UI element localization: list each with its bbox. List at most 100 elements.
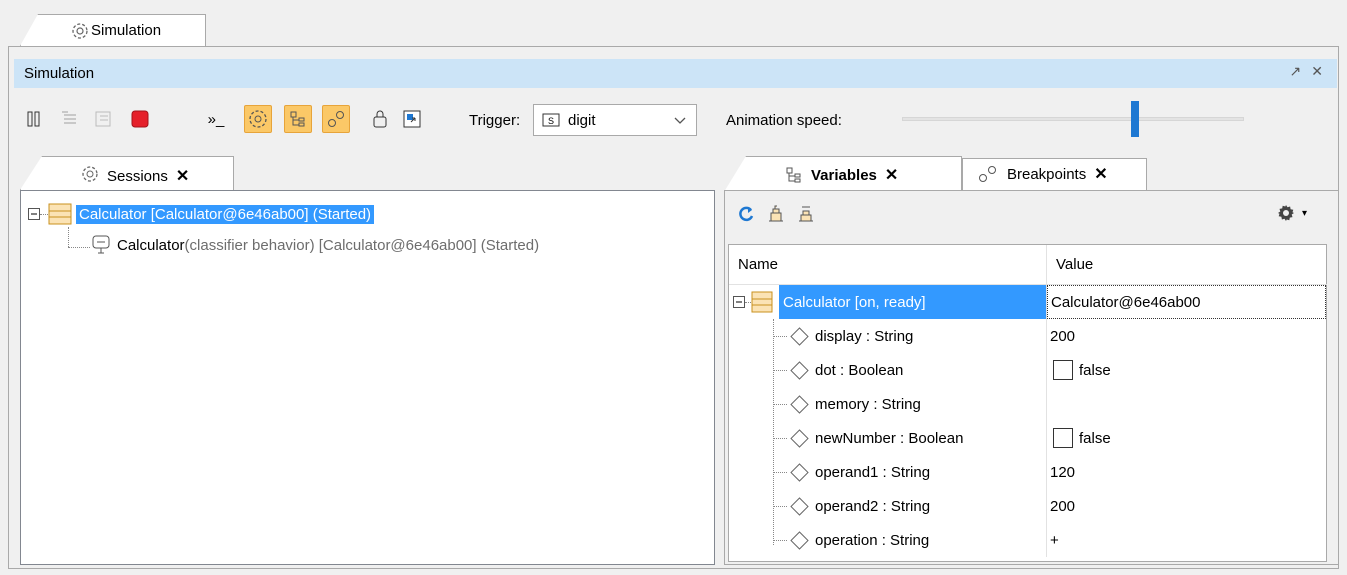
tree-connector	[773, 403, 787, 405]
tab-breakpoints[interactable]: Breakpoints ✕	[962, 158, 1147, 190]
variable-name: operation : String	[815, 531, 930, 549]
pause-button[interactable]	[20, 105, 48, 133]
close-icon[interactable]: ✕	[1311, 63, 1323, 80]
close-icon[interactable]: ✕	[1094, 164, 1107, 184]
restore-icon[interactable]: ↗	[1290, 63, 1302, 80]
tree-connector	[773, 505, 787, 507]
root-name: Calculator [on, ready]	[779, 285, 1046, 319]
tree-connector	[68, 247, 90, 248]
variables-icon	[785, 166, 803, 184]
variable-name: dot : Boolean	[815, 361, 904, 379]
collapse-icon[interactable]	[28, 208, 40, 220]
checkbox[interactable]	[1053, 360, 1073, 380]
tab-breakpoints-label: Breakpoints	[1007, 165, 1087, 183]
trigger-select[interactable]: S digit	[533, 104, 697, 136]
tree-connector	[773, 335, 787, 337]
property-icon	[790, 530, 809, 550]
variables-toggle-button[interactable]	[284, 105, 312, 133]
variable-name: display : String	[815, 327, 914, 345]
property-icon	[790, 496, 809, 516]
animation-speed-slider[interactable]	[902, 117, 1244, 121]
animation-speed-slider-thumb[interactable]	[1131, 101, 1139, 137]
checkbox[interactable]	[1053, 428, 1073, 448]
tab-sessions[interactable]: Sessions ✕	[20, 156, 234, 190]
variable-name: memory : String	[815, 395, 921, 413]
table-row-root[interactable]: Calculator [on, ready] Calculator@6e46ab…	[729, 285, 1326, 319]
table-row[interactable]: dot : Boolean false	[729, 353, 1326, 387]
settings-menu[interactable]: ▾	[1276, 203, 1307, 223]
sessions-toggle-button[interactable]	[244, 105, 272, 133]
svg-text:S: S	[548, 116, 554, 126]
trigger-label: Trigger:	[469, 112, 521, 129]
chevron-down-icon: ▾	[1302, 207, 1308, 219]
trigger-value: digit	[568, 111, 596, 129]
table-row[interactable]: newNumber : Boolean false	[729, 421, 1326, 455]
tree-connector	[773, 539, 787, 541]
console-button[interactable]: »_	[202, 105, 230, 133]
tree-node-behavior[interactable]: Calculator (classifier behavior) [Calcul…	[91, 234, 539, 256]
property-icon	[790, 428, 809, 448]
animation-speed-label: Animation speed:	[726, 112, 842, 129]
lock-button[interactable]	[366, 105, 394, 133]
step-over-button[interactable]	[90, 105, 118, 133]
tab-variables[interactable]: Variables ✕	[724, 156, 962, 192]
variable-value: false	[1079, 361, 1111, 379]
class-instance-icon	[48, 203, 72, 225]
chevron-down-icon	[674, 113, 686, 130]
breakpoints-icon	[977, 164, 999, 184]
close-icon[interactable]: ✕	[885, 165, 898, 185]
tree-connector	[773, 471, 787, 473]
variable-name: newNumber : Boolean	[815, 429, 964, 447]
tab-simulation-label: Simulation	[91, 22, 162, 39]
variables-toolbar	[736, 200, 816, 228]
behavior-label-detail: (classifier behavior) [Calculator@6e46ab…	[184, 236, 540, 254]
step-into-button[interactable]	[56, 105, 84, 133]
behavior-icon	[91, 234, 113, 256]
property-icon	[790, 394, 809, 414]
column-header-value[interactable]: Value	[1047, 245, 1327, 285]
gear-icon	[1276, 203, 1296, 223]
variable-value[interactable]: 120	[1050, 464, 1075, 481]
expand-all-icon[interactable]	[766, 204, 786, 224]
column-header-name[interactable]: Name	[729, 245, 1047, 285]
collapse-all-icon[interactable]	[796, 204, 816, 224]
variable-name: operand2 : String	[815, 497, 931, 515]
tree-connector	[773, 369, 787, 371]
simulation-icon	[71, 22, 89, 44]
tab-simulation[interactable]: Simulation	[20, 14, 206, 46]
table-row[interactable]: operand2 : String 200	[729, 489, 1326, 523]
table-row[interactable]: operand1 : String 120	[729, 455, 1326, 489]
variable-name: operand1 : String	[815, 463, 931, 481]
export-button[interactable]	[398, 105, 426, 133]
breakpoints-toggle-button[interactable]	[322, 105, 350, 133]
variable-value[interactable]: 200	[1050, 498, 1075, 515]
variables-table: Name Value Calculator [on, ready] Calcul…	[728, 244, 1327, 562]
tree-connector	[773, 437, 787, 439]
variable-value: false	[1079, 429, 1111, 447]
table-row[interactable]: memory : String	[729, 387, 1326, 421]
tree-connector	[68, 227, 69, 247]
table-row[interactable]: operation : String +	[729, 523, 1326, 557]
panel-title-bar: Simulation ↗ ✕	[14, 59, 1337, 88]
class-instance-icon	[751, 291, 773, 313]
simulation-icon	[81, 165, 99, 187]
tab-variables-label: Variables	[811, 166, 877, 184]
stop-button[interactable]	[126, 105, 154, 133]
table-row[interactable]: display : String 200	[729, 319, 1326, 353]
variable-value[interactable]: +	[1050, 532, 1059, 549]
behavior-label-bold: Calculator	[117, 236, 185, 254]
tab-sessions-label: Sessions	[107, 167, 168, 185]
refresh-icon[interactable]	[736, 204, 756, 224]
root-value: Calculator@6e46ab00	[1047, 285, 1326, 319]
variable-value[interactable]: 200	[1050, 328, 1075, 345]
collapse-icon[interactable]	[733, 296, 745, 308]
close-icon[interactable]: ✕	[176, 166, 189, 186]
signal-icon: S	[542, 113, 560, 127]
tree-node-session[interactable]: Calculator [Calculator@6e46ab00] (Starte…	[28, 203, 375, 225]
panel-title: Simulation	[24, 65, 95, 82]
property-icon	[790, 462, 809, 482]
property-icon	[790, 326, 809, 346]
session-label: Calculator [Calculator@6e46ab00] (Starte…	[76, 204, 375, 224]
top-tab-strip: Simulation	[0, 0, 1347, 46]
property-icon	[790, 360, 809, 380]
